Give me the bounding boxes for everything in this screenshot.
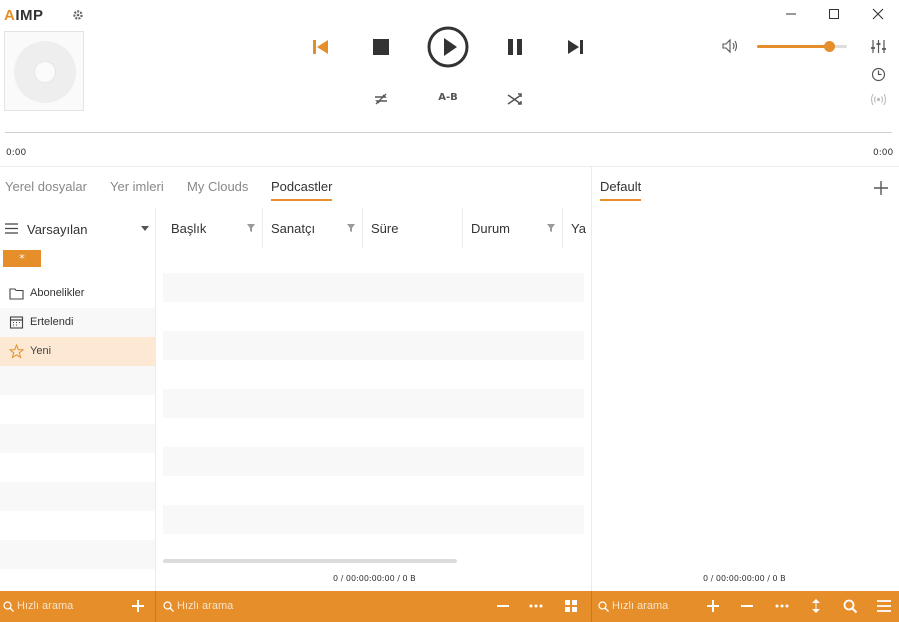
main-menu-hamburger-icon[interactable] [876, 598, 892, 614]
maximize-button[interactable] [824, 4, 844, 24]
quick-search-input-tree[interactable]: Hızlı arama [17, 600, 73, 612]
repeat-icon[interactable] [367, 85, 395, 113]
more-dots-icon[interactable] [528, 598, 544, 614]
minimize-button[interactable] [781, 4, 801, 24]
time-total: 0:00 [873, 148, 894, 158]
filter-funnel-icon[interactable] [347, 224, 355, 232]
table-row [163, 273, 584, 302]
grid-view-icon[interactable] [563, 598, 579, 614]
playlist-status: 0 / 00:00:00:00 / 0 B [703, 574, 786, 583]
tab-bookmarks[interactable]: Yer imleri [110, 179, 164, 194]
radio-broadcast-icon[interactable] [870, 93, 887, 106]
playlist-tab-default[interactable]: Default [600, 179, 642, 201]
next-track-button[interactable] [561, 33, 589, 61]
settings-gear-icon[interactable] [72, 9, 84, 21]
tree-item-postponed[interactable]: Ertelendi [0, 308, 155, 337]
search-icon [598, 601, 609, 612]
tree-divider [155, 208, 156, 591]
find-search-icon[interactable] [842, 598, 858, 614]
equalizer-icon[interactable] [871, 39, 886, 54]
play-button[interactable] [427, 26, 469, 68]
search-icon [163, 601, 174, 612]
time-current: 0:00 [6, 148, 27, 158]
chevron-down-icon[interactable] [141, 226, 149, 231]
filter-funnel-icon[interactable] [247, 224, 255, 232]
header-divider [0, 166, 899, 167]
table-status: 0 / 00:00:00:00 / 0 B [333, 574, 416, 583]
column-header-status[interactable]: Durum [463, 208, 562, 248]
tree-item-new[interactable]: Yeni [0, 337, 155, 366]
column-header-truncated[interactable]: Ya [563, 208, 587, 248]
column-header-duration[interactable]: Süre [363, 208, 462, 248]
volume-speaker-icon[interactable] [722, 38, 740, 54]
add-playlist-icon[interactable] [874, 181, 888, 195]
quick-search-input-table[interactable]: Hızlı arama [177, 600, 233, 612]
tree-item-label: Abonelikler [30, 287, 85, 299]
menu-hamburger-icon[interactable] [5, 223, 18, 234]
add-plus-icon[interactable] [705, 598, 721, 614]
column-header-artist[interactable]: Sanatçı [263, 208, 362, 248]
album-cover [4, 31, 84, 111]
filter-funnel-icon[interactable] [547, 224, 555, 232]
app-logo: AIMP [4, 7, 44, 24]
shuffle-icon[interactable] [501, 85, 529, 113]
sleep-timer-clock-icon[interactable] [871, 67, 886, 82]
tree-item-label: Ertelendi [30, 316, 74, 328]
volume-slider-handle[interactable] [824, 41, 835, 52]
volume-slider-fill [757, 45, 829, 48]
close-button[interactable] [868, 4, 888, 24]
calendar-icon [9, 315, 24, 330]
table-row [163, 331, 584, 360]
tab-my-clouds[interactable]: My Clouds [187, 179, 248, 194]
remove-minus-icon[interactable] [739, 598, 755, 614]
tree-item-subscriptions[interactable]: Abonelikler [0, 279, 155, 308]
playlist-divider [591, 167, 592, 591]
tree-header[interactable]: Varsayılan [0, 214, 155, 244]
tree-title: Varsayılan [27, 222, 88, 237]
more-dots-icon[interactable] [774, 598, 790, 614]
tree-item-label: Yeni [30, 345, 52, 357]
sort-updown-icon[interactable] [808, 598, 824, 614]
seek-bar[interactable] [5, 132, 892, 133]
ab-repeat-button[interactable]: A-B [434, 92, 462, 103]
quick-search-input-playlist[interactable]: Hızlı arama [612, 600, 668, 612]
tab-local-files[interactable]: Yerel dosyalar [5, 179, 87, 194]
table-row [163, 447, 584, 476]
pause-button[interactable] [501, 33, 529, 61]
tab-podcasts[interactable]: Podcastler [271, 179, 333, 201]
table-row [163, 505, 584, 534]
table-row [163, 389, 584, 418]
column-header-title[interactable]: Başlık [163, 208, 262, 248]
search-icon [3, 601, 14, 612]
filter-all-button[interactable]: * [3, 250, 41, 267]
star-icon [9, 344, 24, 359]
folder-icon [9, 286, 24, 301]
remove-minus-icon[interactable] [495, 598, 511, 614]
horizontal-scrollbar[interactable] [163, 559, 457, 563]
stop-button[interactable] [367, 33, 395, 61]
add-plus-icon[interactable] [130, 598, 146, 614]
previous-track-button[interactable] [307, 33, 335, 61]
